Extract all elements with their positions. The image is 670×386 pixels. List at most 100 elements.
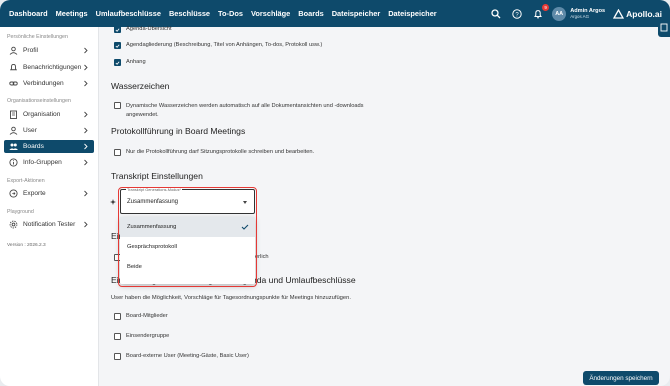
top-navigation-bar: Dashboard Meetings Umlaufbeschlüsse Besc… (0, 0, 670, 27)
chevron-right-icon (84, 127, 88, 134)
check-icon (115, 27, 120, 32)
select-value: Zusammenfassung (127, 199, 179, 205)
sidebar-item-benachrichtigungen[interactable]: Benachrichtigungen (4, 61, 94, 74)
building-icon (9, 110, 18, 119)
chevron-right-icon (84, 111, 88, 118)
person-icon (9, 46, 18, 55)
transcript-heading: Transkript Einstellungen (111, 171, 203, 181)
checkbox-board-members[interactable] (114, 313, 121, 320)
caret-down-icon (243, 201, 247, 204)
check-icon (241, 224, 249, 230)
nav-meetings[interactable]: Meetings (56, 9, 88, 18)
sidebar-item-label: Verbindungen (23, 80, 64, 87)
checkbox-submitter-group[interactable] (114, 333, 121, 340)
chevron-right-icon (84, 221, 88, 228)
checkbox-label: Einsendergruppe (126, 333, 170, 339)
nav-dateispeicher-2[interactable]: Dateispeicher (388, 9, 436, 18)
sidebar-item-verbindungen[interactable]: Verbindungen (4, 77, 94, 90)
person-icon (9, 126, 18, 135)
sidebar-item-info-gruppen[interactable]: Info-Gruppen (4, 156, 94, 169)
chevron-right-icon (84, 159, 88, 166)
checkbox-row-watermark[interactable]: Dynamische Wasserzeichen werden automati… (114, 102, 374, 119)
checkbox-row-external-users[interactable]: Board-externe User (Meeting-Gäste, Basic… (114, 353, 249, 360)
info-icon (9, 158, 18, 167)
sidebar-item-notification-tester[interactable]: Notification Tester (4, 218, 94, 231)
nav-dateispeicher[interactable]: Dateispeicher (332, 9, 380, 18)
sidebar-item-user[interactable]: User (4, 124, 94, 137)
checkbox-row-board-members[interactable]: Board-Mitglieder (114, 313, 168, 320)
sidebar-item-label: Exporte (23, 190, 46, 197)
hidden-text-fragment: erlich (255, 254, 269, 260)
checkbox-row-agenda-structure[interactable]: Agendagliederung (Beschreibung, Titel vo… (114, 42, 322, 49)
sidebar-item-organisation[interactable]: Organisation (4, 108, 94, 121)
nav-beschluesse[interactable]: Beschlüsse (169, 9, 210, 18)
main-nav: Dashboard Meetings Umlaufbeschlüsse Besc… (0, 9, 445, 18)
menu-option-zusammenfassung[interactable]: Zusammenfassung (120, 217, 255, 237)
sidebar-item-profil[interactable]: Profil (4, 44, 94, 57)
menu-option-label: Beide (127, 264, 142, 270)
version-label: Version : 2026.2.3 (7, 243, 46, 248)
checkbox-row-agenda-overview[interactable]: Agenda-Übersicht (114, 26, 172, 33)
search-icon[interactable] (489, 7, 503, 21)
user-org: Argos AG (570, 14, 589, 19)
apollo-logo: Apollo.ai (613, 8, 662, 19)
section-title-export: Export-Aktionen (7, 178, 45, 184)
transcript-mode-select[interactable]: Transkript Generations-Modus* Zusammenfa… (120, 187, 255, 214)
board-settings-content: Agenda-Übersicht Agendagliederung (Besch… (100, 26, 670, 386)
checkbox-attachment[interactable] (114, 59, 121, 66)
checkbox-label: Dynamische Wasserzeichen werden automati… (126, 103, 364, 118)
sidebar-item-label: User (23, 127, 37, 134)
bell-icon (9, 63, 18, 72)
sidebar-item-boards[interactable]: Boards (4, 140, 94, 153)
nav-boards[interactable]: Boards (298, 9, 323, 18)
avatar[interactable]: AA (552, 6, 567, 21)
nav-umlaufbeschluesse[interactable]: Umlaufbeschlüsse (96, 9, 161, 18)
checkbox-label: Agendagliederung (Beschreibung, Titel vo… (126, 42, 323, 48)
chevron-right-icon (84, 64, 88, 71)
checkbox-agenda-structure[interactable] (114, 42, 121, 49)
user-info[interactable]: Admin Argos Argos AG (570, 8, 605, 19)
watermark-heading: Wasserzeichen (111, 81, 170, 91)
checkbox-label: Anhang (126, 59, 146, 65)
checkbox-row-submitter-group[interactable]: Einsendergruppe (114, 333, 169, 340)
nav-dashboard[interactable]: Dashboard (9, 9, 48, 18)
checkbox-row-attachment[interactable]: Anhang (114, 59, 146, 66)
check-icon (115, 43, 120, 48)
sidebar-item-label: Organisation (23, 111, 61, 118)
chevron-right-icon (84, 190, 88, 197)
export-icon (9, 189, 18, 198)
help-icon[interactable]: ? (510, 7, 524, 21)
save-button[interactable]: Änderungen speichern (583, 371, 659, 385)
select-label: Transkript Generations-Modus* (126, 187, 182, 192)
chevron-right-icon (84, 143, 88, 150)
checkbox-label: Agenda-Übersicht (126, 26, 172, 32)
section-title-organisation: Organisationseinstellungen (7, 98, 71, 104)
top-right-controls: ? 9 AA Admin Argos Argos AG Apollo.ai (489, 0, 662, 27)
check-icon (115, 60, 120, 65)
menu-option-label: Gesprächsprotokoll (127, 244, 177, 250)
sidebar-item-exporte[interactable]: Exporte (4, 187, 94, 200)
link-icon (9, 79, 18, 88)
protocol-heading: Protokollführung in Board Meetings (111, 126, 246, 136)
nav-todos[interactable]: To-Dos (218, 9, 243, 18)
nav-vorschlaege[interactable]: Vorschläge (251, 9, 290, 18)
sidebar-item-label: Info-Gruppen (23, 159, 62, 166)
checkbox-protocol[interactable] (114, 149, 121, 156)
bell-icon[interactable]: 9 (531, 3, 550, 21)
checkbox-row-protocol[interactable]: Nur die Protokollführung darf Sitzungspr… (114, 149, 314, 156)
checkbox-agenda-overview[interactable] (114, 26, 121, 33)
section-title-personal: Persönliche Einstellungen (7, 34, 68, 40)
sidebar-item-label: Boards (23, 143, 44, 150)
checkbox-external-users[interactable] (114, 353, 121, 360)
transcript-mode-menu: Zusammenfassung Gesprächsprotokoll Beide (120, 217, 255, 284)
menu-option-gespraechsprotokoll[interactable]: Gesprächsprotokoll (120, 237, 255, 257)
menu-option-label: Zusammenfassung (127, 224, 177, 230)
sidebar-item-label: Notification Tester (23, 221, 76, 228)
settings-icon (9, 220, 18, 229)
sparkle-icon (110, 199, 116, 205)
checkbox-watermark[interactable] (114, 102, 121, 109)
notification-badge: 9 (542, 3, 550, 11)
menu-option-beide[interactable]: Beide (120, 257, 255, 277)
settings-sidebar: Persönliche Einstellungen Profil Benachr… (0, 27, 99, 386)
chevron-right-icon (84, 47, 88, 54)
